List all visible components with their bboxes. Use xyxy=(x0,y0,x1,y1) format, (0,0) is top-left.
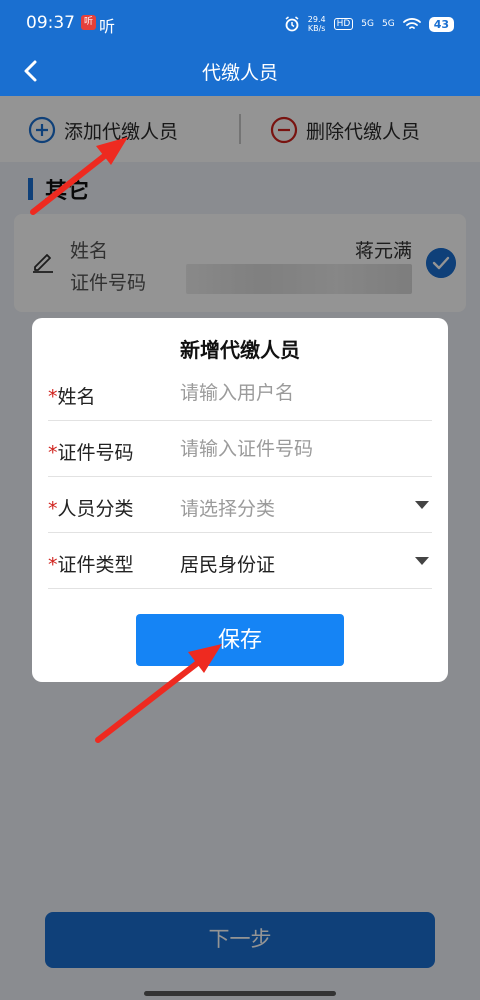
add-payer-dialog: 新增代缴人员 *姓名 *证件号码 *人员分类 请选择分类 *证件类型 居民身份证… xyxy=(32,318,448,682)
network-speed: 29.4 KB/s xyxy=(307,15,326,33)
id-type-select[interactable]: 居民身份证 xyxy=(180,550,275,577)
status-time: 09:37 xyxy=(26,13,75,33)
form-row-name: *姓名 xyxy=(48,365,432,421)
status-bar: 09:37 听 听 29.4 KB/s HD 5G 5G 43 xyxy=(0,0,480,46)
required-mark: * xyxy=(48,442,58,464)
form-row-category[interactable]: *人员分类 请选择分类 xyxy=(48,477,432,533)
required-mark: * xyxy=(48,386,58,408)
battery-icon: 43 xyxy=(428,16,454,32)
dialog-title: 新增代缴人员 xyxy=(180,338,300,362)
form-row-id-number: *证件号码 xyxy=(48,421,432,477)
id-type-label: *证件类型 xyxy=(48,554,134,576)
dropdown-arrow-icon[interactable] xyxy=(414,555,430,567)
nav-bar: 代缴人员 xyxy=(0,46,480,96)
status-app-text: 听 xyxy=(99,17,116,36)
category-label: *人员分类 xyxy=(48,498,134,520)
required-mark: * xyxy=(48,554,58,576)
name-input[interactable] xyxy=(180,375,420,411)
id-number-input[interactable] xyxy=(180,431,420,467)
category-select[interactable]: 请选择分类 xyxy=(180,494,275,521)
form-row-id-type[interactable]: *证件类型 居民身份证 xyxy=(48,533,432,589)
wifi-icon xyxy=(402,18,421,29)
app-notification-icon: 听 xyxy=(81,15,96,30)
alarm-icon xyxy=(285,16,299,32)
save-button[interactable]: 保存 xyxy=(136,614,344,666)
status-icons: 29.4 KB/s HD 5G 5G 43 xyxy=(284,13,454,35)
dropdown-arrow-icon[interactable] xyxy=(414,499,430,511)
required-mark: * xyxy=(48,498,58,520)
hd-icon: HD xyxy=(333,18,354,30)
id-number-label: *证件号码 xyxy=(48,442,134,464)
signal-5g-icon: 5G xyxy=(381,19,395,29)
signal-5g-icon: 5G xyxy=(361,19,374,29)
home-indicator xyxy=(144,991,336,996)
name-label: *姓名 xyxy=(48,386,96,408)
page-title: 代缴人员 xyxy=(201,62,278,84)
